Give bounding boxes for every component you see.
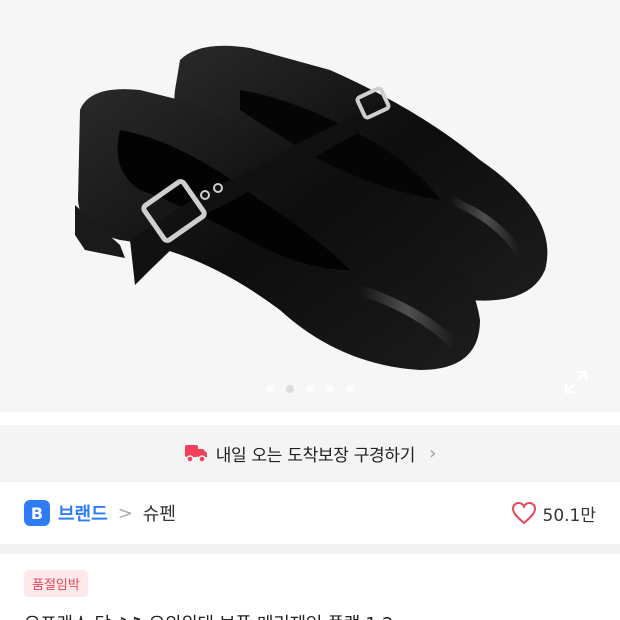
expand-icon [564,370,588,394]
product-image-gallery[interactable] [0,0,620,412]
delivery-banner-label: 내일 오는 도착보장 구경하기 [215,445,416,466]
pagination-dot[interactable] [306,385,314,393]
heart-icon [511,501,536,525]
pagination-dot[interactable] [346,385,354,393]
brand-name-link[interactable]: 슈펜 [143,500,176,526]
like-count: 50.1만 [542,505,597,526]
pagination-dot[interactable] [266,385,274,393]
brand-label-link[interactable]: 브랜드 [58,500,108,526]
delivery-guarantee-banner[interactable]: 내일 오는 도착보장 구경하기 › [0,425,620,481]
brand-badge-icon: B [24,500,50,526]
like-button[interactable]: 50.1만 [511,501,597,526]
product-info-section: 품절임박 오프랜스 당 ♪♫ 오의위대 보폼 메리제인 플랫 1 2 [0,554,620,620]
section-spacer [0,544,620,554]
product-title: 오프랜스 당 ♪♫ 오의위대 보폼 메리제인 플랫 1 2 [24,610,393,620]
expand-button[interactable] [560,366,592,398]
pagination-dot-active[interactable] [286,385,294,393]
soldout-soon-badge: 품절임박 [24,570,88,597]
product-image [75,45,548,370]
brand-row: B 브랜드 > 슈펜 50.1만 [0,482,620,544]
delivery-truck-icon [184,445,207,463]
pagination-dot[interactable] [326,385,334,393]
chevron-right-icon: › [429,442,437,464]
breadcrumb-separator: > [117,502,133,524]
gallery-pagination [0,385,620,393]
